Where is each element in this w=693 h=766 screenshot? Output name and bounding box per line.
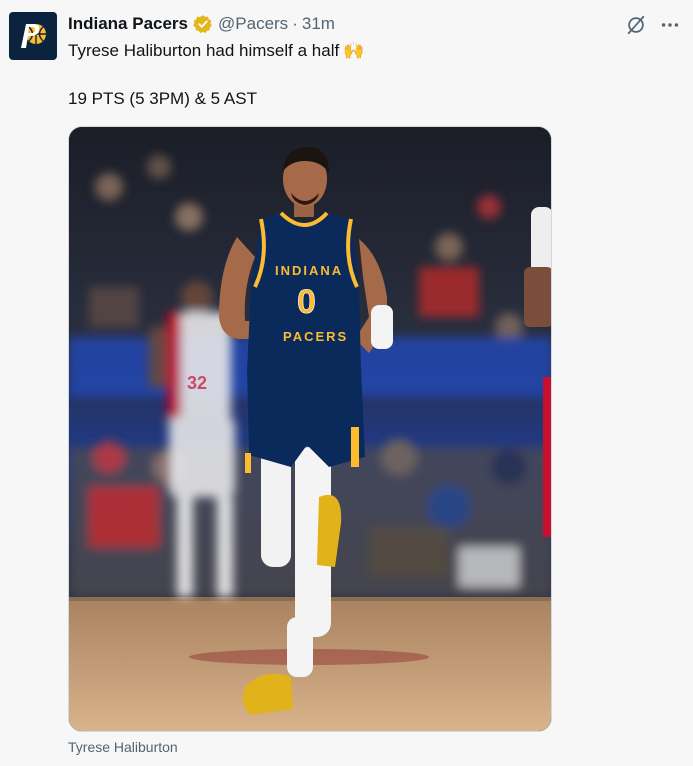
avatar[interactable] <box>9 12 57 60</box>
jersey-number: 0 <box>297 283 316 321</box>
media-caption: Tyrese Haliburton <box>68 739 178 755</box>
timestamp[interactable]: 31m <box>302 12 335 36</box>
opponent-jersey-number: 32 <box>187 373 207 393</box>
tweet-text-line-1: Tyrese Haliburton had himself a half 🙌 <box>68 39 364 63</box>
tweet-header: Indiana Pacers @Pacers · 31m <box>68 12 335 36</box>
pacers-logo-icon <box>21 24 46 48</box>
tweet[interactable]: Indiana Pacers @Pacers · 31m Tyrese Hali… <box>0 0 693 766</box>
raising-hands-emoji: 🙌 <box>343 41 365 60</box>
basketball-photo: 32 INDIANA 0 PACERS <box>69 127 551 731</box>
tweet-text-line-2: 19 PTS (5 3PM) & 5 AST <box>68 89 257 108</box>
verified-badge-icon <box>193 14 213 34</box>
tweet-text: Tyrese Haliburton had himself a half <box>68 41 340 60</box>
grok-icon[interactable] <box>625 14 647 36</box>
top-actions <box>625 14 681 36</box>
tweet-photo[interactable]: 32 INDIANA 0 PACERS <box>68 126 552 732</box>
more-icon[interactable] <box>659 14 681 36</box>
account-handle[interactable]: @Pacers <box>218 12 288 36</box>
separator-dot: · <box>292 14 298 33</box>
jersey-text: INDIANA <box>275 263 343 278</box>
jersey-text-2: PACERS <box>283 329 348 344</box>
account-name[interactable]: Indiana Pacers <box>68 12 188 36</box>
